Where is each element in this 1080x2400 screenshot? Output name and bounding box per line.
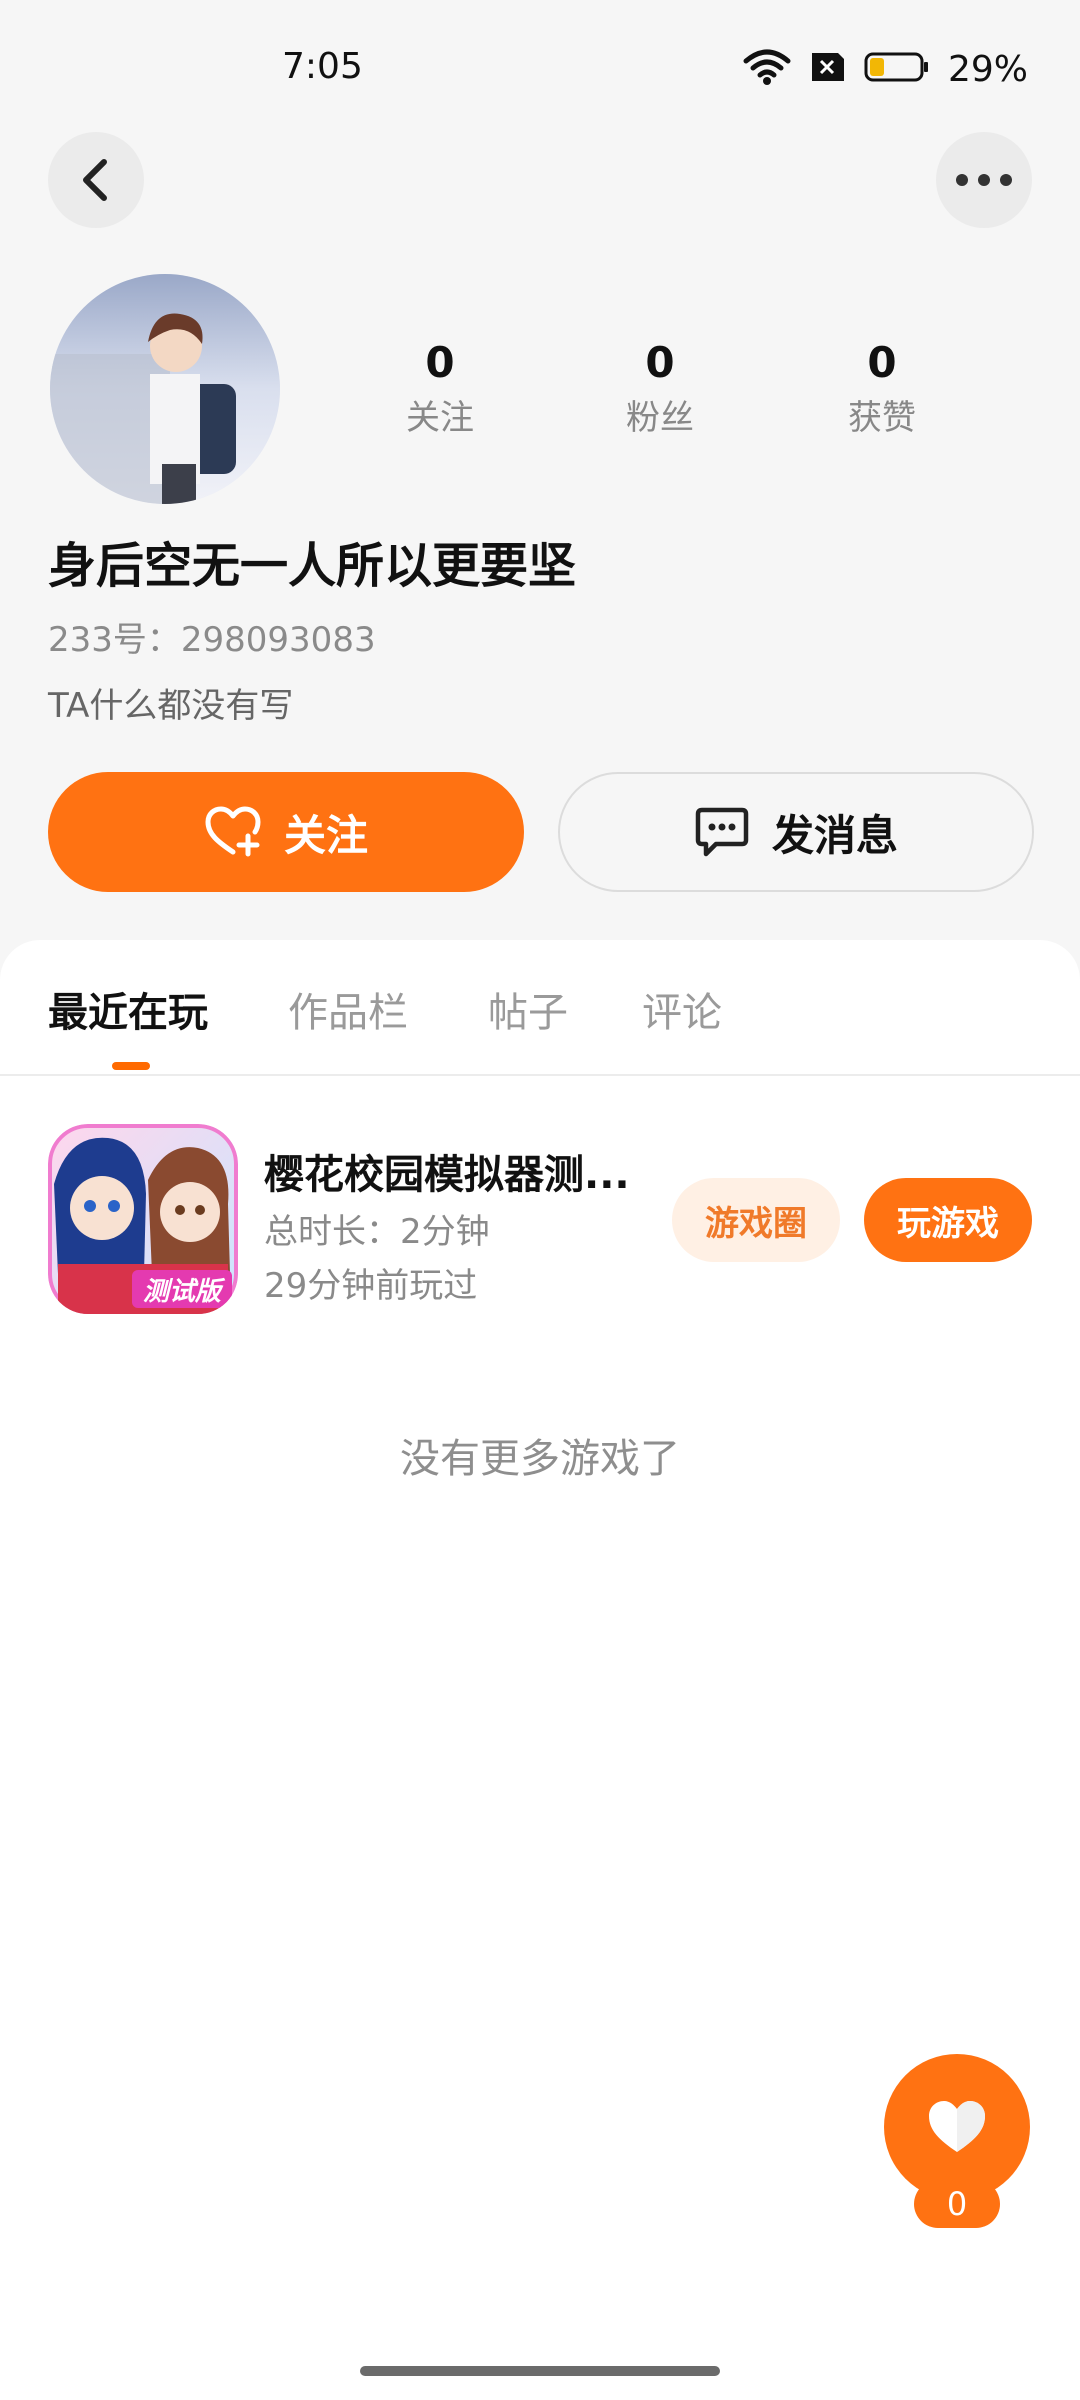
- chevron-left-icon: [83, 159, 107, 201]
- message-button[interactable]: 发消息: [558, 772, 1034, 892]
- tab-posts[interactable]: 帖子: [488, 980, 568, 1038]
- profile-id: 233号：298093083: [48, 620, 376, 660]
- battery-icon: [864, 51, 930, 87]
- more-button[interactable]: [936, 132, 1032, 228]
- follow-button[interactable]: 关注: [48, 772, 524, 892]
- stat-following[interactable]: 0 关注: [360, 336, 520, 442]
- tab-comments[interactable]: 评论: [642, 980, 722, 1038]
- tab-bar: 最近在玩 作品栏 帖子 评论: [0, 940, 1080, 1076]
- game-duration: 总时长：2分钟: [264, 1212, 490, 1252]
- stat-likes[interactable]: 0 获赞: [802, 336, 962, 442]
- stat-following-label: 关注: [406, 398, 474, 438]
- chat-bubble-icon: [695, 807, 749, 857]
- game-circle-button[interactable]: 游戏圈: [672, 1178, 840, 1262]
- message-label: 发消息: [771, 810, 898, 860]
- play-game-button[interactable]: 玩游戏: [864, 1178, 1032, 1262]
- tab-works[interactable]: 作品栏: [288, 980, 408, 1038]
- follow-label: 关注: [283, 810, 368, 860]
- stat-fans-count: 0: [645, 338, 675, 387]
- status-icons: 29%: [742, 44, 1028, 94]
- game-last-played: 29分钟前玩过: [264, 1266, 478, 1306]
- tab-indicator: [112, 1062, 150, 1070]
- more-dots-icon: [956, 174, 1012, 186]
- battery-percent: 29%: [947, 48, 1028, 90]
- like-count: 0: [914, 2180, 1000, 2228]
- status-time: 7:05: [282, 46, 363, 87]
- empty-list-text: 没有更多游戏了: [400, 1436, 680, 1482]
- stat-likes-count: 0: [867, 338, 897, 387]
- stat-fans-label: 粉丝: [626, 398, 694, 438]
- back-button[interactable]: [48, 132, 144, 228]
- home-indicator[interactable]: [360, 2366, 720, 2376]
- profile-bio: TA什么都没有写: [48, 686, 294, 726]
- stat-likes-label: 获赞: [848, 398, 916, 438]
- sim-off-icon: [810, 51, 846, 87]
- stat-following-count: 0: [425, 338, 455, 387]
- game-badge: 测试版: [142, 1276, 221, 1307]
- game-icon[interactable]: 测试版: [48, 1124, 238, 1314]
- like-fab-button[interactable]: [884, 2054, 1030, 2200]
- game-title[interactable]: 樱花校园模拟器测...: [264, 1142, 630, 1200]
- avatar[interactable]: [50, 274, 280, 504]
- wifi-icon: [742, 47, 792, 91]
- stat-fans[interactable]: 0 粉丝: [580, 336, 740, 442]
- heart-icon: [929, 2101, 985, 2152]
- heart-plus-icon: [205, 806, 261, 857]
- tab-recent-play[interactable]: 最近在玩: [48, 980, 208, 1038]
- profile-name: 身后空无一人所以更要坚: [48, 538, 577, 594]
